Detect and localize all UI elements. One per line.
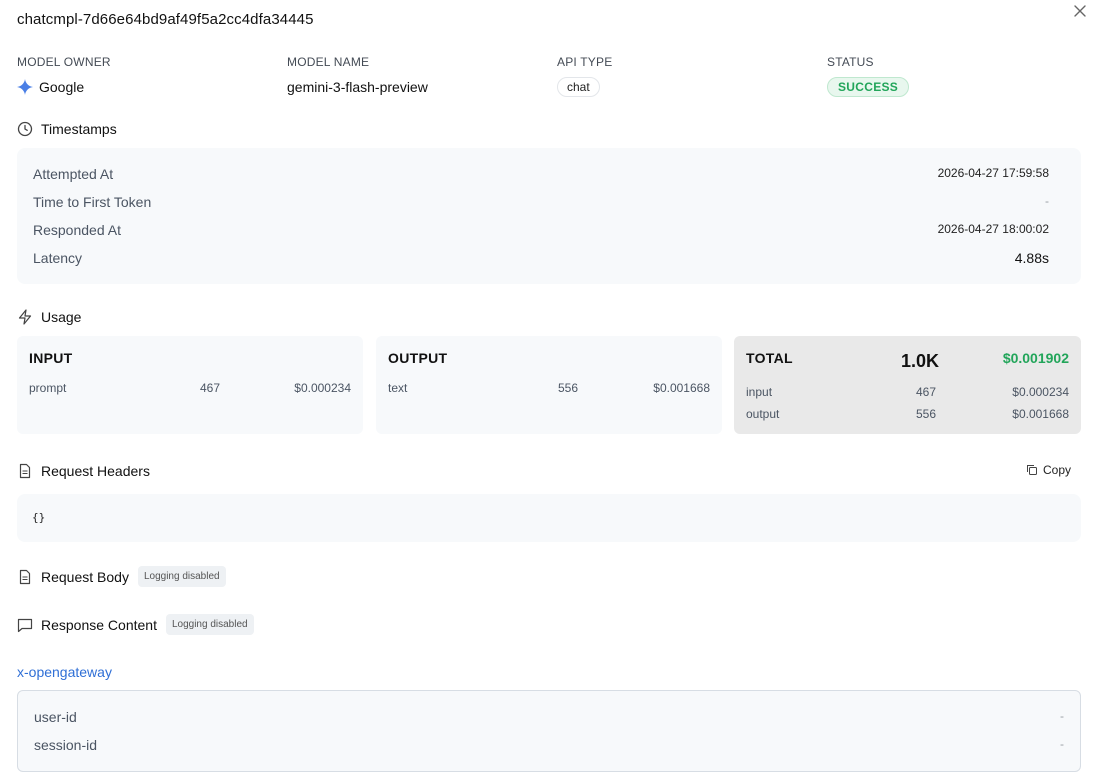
gemini-sparkle-icon	[17, 79, 33, 95]
usage-input-label: prompt	[29, 381, 67, 395]
usage-total-row-cost: $0.001668	[1012, 407, 1069, 421]
timestamp-row: Latency 4.88s	[33, 250, 1049, 266]
model-owner-field: MODEL OWNER Google	[17, 55, 111, 97]
timestamp-label: Time to First Token	[33, 194, 152, 210]
timestamp-row: Responded At 2026-04-27 18:00:02	[33, 222, 1049, 238]
usage-heading: Usage	[17, 309, 81, 325]
request-headers-panel: {}	[17, 494, 1081, 542]
x-opengateway-link[interactable]: x-opengateway	[17, 664, 112, 680]
timestamp-value: -	[1045, 194, 1049, 208]
usage-output-label: text	[388, 381, 408, 395]
timestamps-heading-label: Timestamps	[41, 121, 117, 137]
timestamps-heading: Timestamps	[17, 121, 117, 137]
timestamp-label: Responded At	[33, 222, 121, 238]
usage-input-count: 467	[200, 381, 221, 395]
timestamps-panel: Attempted At 2026-04-27 17:59:58 Time to…	[17, 148, 1081, 284]
response-content-heading-label: Response Content	[41, 616, 157, 633]
gateway-value: -	[1060, 709, 1064, 723]
api-type-label: API TYPE	[557, 55, 613, 69]
status-badge: SUCCESS	[827, 77, 910, 97]
usage-total-row-label: output	[746, 407, 780, 421]
usage-total-tokens: 1.0K	[901, 351, 940, 371]
clock-icon	[17, 121, 33, 137]
api-type-field: API TYPE chat	[557, 55, 612, 97]
usage-heading-label: Usage	[41, 309, 82, 325]
status-field: STATUS SUCCESS	[827, 55, 910, 97]
gateway-row: user-id -	[34, 709, 1064, 725]
model-owner-label: MODEL OWNER	[17, 55, 111, 69]
gateway-label: user-id	[34, 709, 77, 725]
document-icon	[19, 463, 31, 479]
gateway-value: -	[1060, 737, 1064, 751]
usage-output-title: OUTPUT	[388, 350, 448, 366]
request-headers-content: {}	[32, 511, 46, 524]
request-headers-heading: Request Headers	[17, 463, 150, 479]
copy-icon	[1027, 465, 1037, 475]
logging-disabled-badge: Logging disabled	[137, 566, 226, 587]
request-body-heading-label: Request Body	[41, 568, 129, 585]
timestamp-value: 2026-04-27 17:59:58	[937, 166, 1049, 180]
model-owner-value: Google	[39, 79, 85, 95]
document-icon	[19, 569, 31, 584]
lightning-icon	[18, 309, 32, 325]
usage-total-row-label: input	[746, 385, 773, 399]
usage-total-row-count: 556	[916, 407, 937, 421]
usage-total-row-cost: $0.000234	[1012, 385, 1069, 399]
usage-output-count: 556	[558, 381, 579, 395]
request-headers-heading-label: Request Headers	[41, 463, 150, 479]
copy-headers-button[interactable]: Copy	[1026, 463, 1071, 477]
timestamp-label: Attempted At	[33, 166, 114, 182]
response-content-heading: Response Content Logging disabled	[17, 614, 254, 635]
close-icon[interactable]	[1072, 3, 1088, 19]
model-name-value: gemini-3-flash-preview	[287, 79, 428, 95]
usage-total-title: TOTAL	[746, 350, 793, 366]
request-body-heading: Request Body Logging disabled	[17, 566, 226, 587]
timestamp-row: Attempted At 2026-04-27 17:59:58	[33, 166, 1049, 182]
copy-label: Copy	[1043, 463, 1072, 477]
model-name-label: MODEL NAME	[287, 55, 370, 69]
latency-value: 4.88s	[1014, 250, 1049, 266]
usage-input-card: INPUT prompt 467 $0.000234	[17, 336, 363, 434]
timestamp-label: Latency	[33, 250, 83, 266]
status-label: STATUS	[827, 55, 874, 69]
message-icon	[17, 618, 33, 632]
usage-total-card: TOTAL 1.0K $0.001902 input 467 $0.000234…	[734, 336, 1081, 434]
timestamp-row: Time to First Token -	[33, 194, 1049, 210]
usage-output-cost: $0.001668	[653, 381, 710, 395]
gateway-label: session-id	[34, 737, 98, 753]
usage-input-cost: $0.000234	[294, 381, 351, 395]
gateway-row: session-id -	[34, 737, 1064, 753]
x-opengateway-panel: user-id - session-id -	[17, 690, 1081, 772]
usage-input-title: INPUT	[29, 350, 73, 366]
usage-total-row-count: 467	[916, 385, 937, 399]
logging-disabled-badge: Logging disabled	[165, 614, 254, 635]
timestamp-value: 2026-04-27 18:00:02	[937, 222, 1049, 236]
usage-total-cost: $0.001902	[1002, 350, 1069, 366]
model-name-field: MODEL NAME gemini-3-flash-preview	[287, 55, 428, 97]
request-id-title: chatcmpl-7d66e64bd9af49f5a2cc4dfa34445	[17, 11, 314, 28]
api-type-chip: chat	[557, 77, 600, 97]
usage-output-card: OUTPUT text 556 $0.001668	[376, 336, 722, 434]
